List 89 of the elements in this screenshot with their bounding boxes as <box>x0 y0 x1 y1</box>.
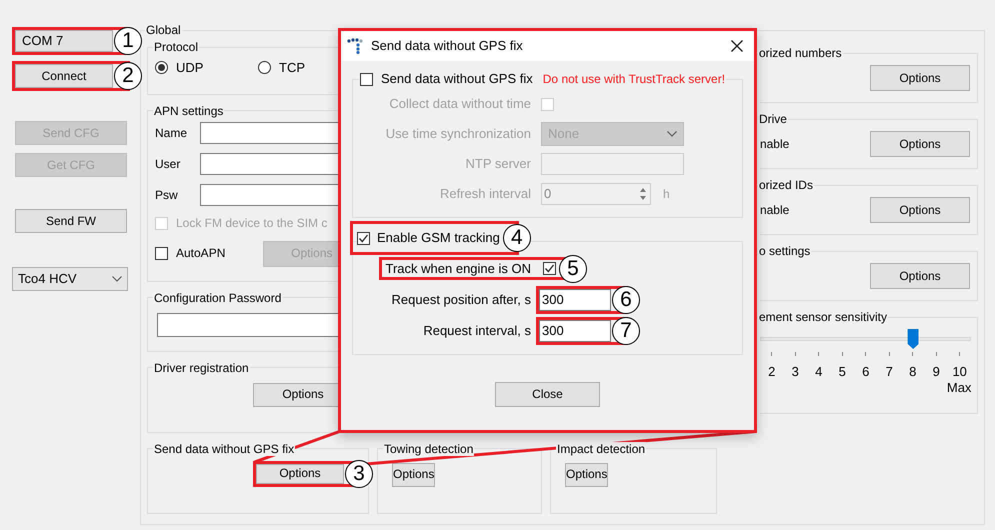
radio-button[interactable] <box>155 61 168 74</box>
close-button[interactable]: Close <box>495 382 600 407</box>
tick-mark <box>818 352 820 356</box>
field-label: Request interval, s <box>423 322 531 338</box>
warning-text: Do not use with TrustTrack server! <box>542 71 726 88</box>
tick-mark <box>865 352 866 356</box>
field-label: Collect data without time <box>389 96 531 112</box>
checkbox-label: Enable GSM tracking <box>377 229 500 247</box>
checkbox-label: Lock FM device to the SIM c <box>176 216 328 231</box>
tick-label: 5 <box>838 364 846 380</box>
close-icon <box>731 40 743 52</box>
group-title: Driver registration <box>153 360 250 375</box>
text-field[interactable] <box>541 153 684 175</box>
tick-mark <box>771 352 772 356</box>
checkbox[interactable] <box>360 72 373 86</box>
sidebar-button[interactable]: Connect <box>15 64 113 88</box>
enable-label: nable <box>760 202 790 218</box>
tick-mark <box>936 352 937 356</box>
field-label: Track when engine is ON <box>386 260 531 276</box>
options-button[interactable]: Options <box>256 464 344 484</box>
field-label: Name <box>155 126 188 140</box>
options-button[interactable]: Options <box>565 462 608 487</box>
slider-track[interactable] <box>760 328 972 350</box>
group-title: orized IDs <box>758 178 814 192</box>
app-logo-icon <box>347 38 365 54</box>
tick-label: 8 <box>909 364 916 380</box>
checkbox[interactable] <box>357 232 370 244</box>
field-label: Request position after, s <box>392 292 531 308</box>
text-field[interactable]: 300 <box>539 288 611 310</box>
radio-button[interactable] <box>258 61 271 74</box>
caret-icon <box>667 131 677 137</box>
checkbox[interactable] <box>543 262 556 275</box>
options-button[interactable]: Options <box>870 131 970 157</box>
tick-label: 6 <box>862 364 870 380</box>
callout-number: 6 <box>612 286 640 314</box>
group-title: Protocol <box>153 40 200 54</box>
field-label: NTP server <box>466 156 531 172</box>
group-title: o settings <box>758 244 812 258</box>
tick-label: 3 <box>792 364 799 380</box>
dialog-title: Send data without GPS fix <box>371 38 523 54</box>
checkbox[interactable] <box>155 247 168 260</box>
tick-mark <box>794 352 796 356</box>
callout-number: 7 <box>612 316 640 344</box>
options-button[interactable]: Options <box>870 263 970 289</box>
field-label: Use time synchronization <box>386 126 531 142</box>
callout-number: 1 <box>114 27 142 55</box>
checkmark-icon <box>358 232 369 244</box>
checkmark-icon <box>544 263 555 274</box>
group-title: ement sensor sensitivity <box>758 310 888 324</box>
radio-label: UDP <box>176 60 204 76</box>
checkbox-label: Send data without GPS fix <box>381 70 533 88</box>
checkbox-label: AutoAPN <box>176 246 226 261</box>
tick-label: 2 <box>768 364 776 380</box>
callout-number: 2 <box>114 62 142 90</box>
group-title: orized numbers <box>758 46 843 60</box>
unit-label: h <box>663 186 670 202</box>
tick-mark <box>888 352 890 356</box>
slider-thumb[interactable] <box>908 329 919 349</box>
group-title: Global <box>145 23 182 37</box>
caret-icon <box>112 276 122 282</box>
callout-number: 4 <box>502 224 531 252</box>
port-field[interactable]: COM 7 <box>15 30 113 52</box>
group-title: Drive <box>758 112 788 126</box>
enable-label: nable <box>760 136 790 152</box>
options-button[interactable]: Options <box>870 65 970 91</box>
device-select[interactable]: Tco4 HCV <box>12 267 128 291</box>
tick-mark <box>842 352 843 356</box>
group-title: APN settings <box>153 104 224 118</box>
callout-number: 5 <box>559 254 587 282</box>
tick-mark <box>959 352 960 356</box>
field-label: User <box>155 156 182 172</box>
tick-mark <box>912 352 914 356</box>
group-title: Impact detection <box>556 442 646 456</box>
callout-number: 3 <box>345 460 373 488</box>
tick-label: 4 <box>815 364 822 380</box>
radio-label: TCP <box>279 60 305 76</box>
tick-label: 9 <box>932 364 940 380</box>
options-button[interactable]: Options <box>870 197 970 223</box>
sidebar-button[interactable]: Send FW <box>15 209 127 233</box>
group-title: Towing detection <box>383 442 474 456</box>
tick-label: 10 <box>952 364 967 380</box>
group-title: Configuration Password <box>153 290 282 305</box>
max-label: Max <box>946 380 972 396</box>
options-button[interactable]: Options <box>392 462 436 487</box>
field-label: Refresh interval <box>440 186 531 202</box>
tick-label: 7 <box>886 364 893 380</box>
group-title: Send data without GPS fix <box>153 442 296 456</box>
text-field[interactable]: 300 <box>539 320 611 342</box>
field-label: Psw <box>155 188 179 202</box>
